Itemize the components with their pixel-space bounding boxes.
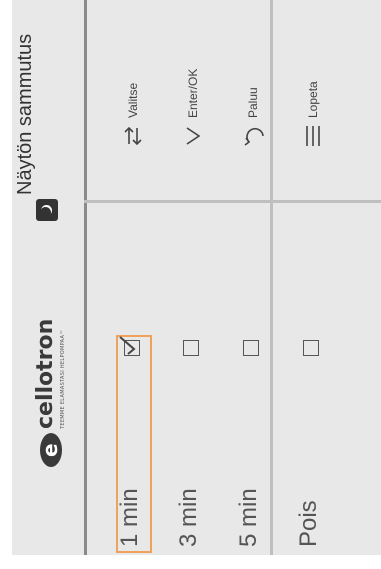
help-enter-label: Enter/OK	[186, 68, 200, 118]
logo-tagline: TEEMME ELAMASTASI HELPOMPAA™	[60, 329, 66, 429]
back-arrow-icon	[244, 127, 264, 146]
checkbox-3-min[interactable]	[183, 340, 199, 356]
swap-arrows-icon	[124, 126, 142, 146]
checkbox-5-min[interactable]	[243, 340, 259, 356]
help-quit-label: Lopeta	[306, 81, 320, 118]
page-title: Näytön sammutus	[14, 33, 36, 195]
logo-brand-text: cellotron	[33, 318, 58, 429]
help-select-label: Valitse	[126, 82, 140, 118]
logo-mark-icon	[40, 433, 62, 467]
option-pois[interactable]: Pois	[295, 500, 323, 547]
option-3-min[interactable]: 3 min	[175, 488, 203, 547]
rotated-content: Näytön sammutus cellotron TEEMME ELAMAST…	[12, 0, 381, 555]
option-1-min[interactable]: 1 min	[116, 488, 144, 547]
checkbox-pois[interactable]	[303, 340, 319, 356]
menu-lines-icon	[306, 126, 320, 146]
moon-icon	[36, 199, 58, 221]
check-icon	[119, 336, 136, 355]
option-5-min[interactable]: 5 min	[235, 488, 263, 547]
help-back-label: Paluu	[246, 87, 260, 118]
chevron-icon	[186, 127, 201, 145]
